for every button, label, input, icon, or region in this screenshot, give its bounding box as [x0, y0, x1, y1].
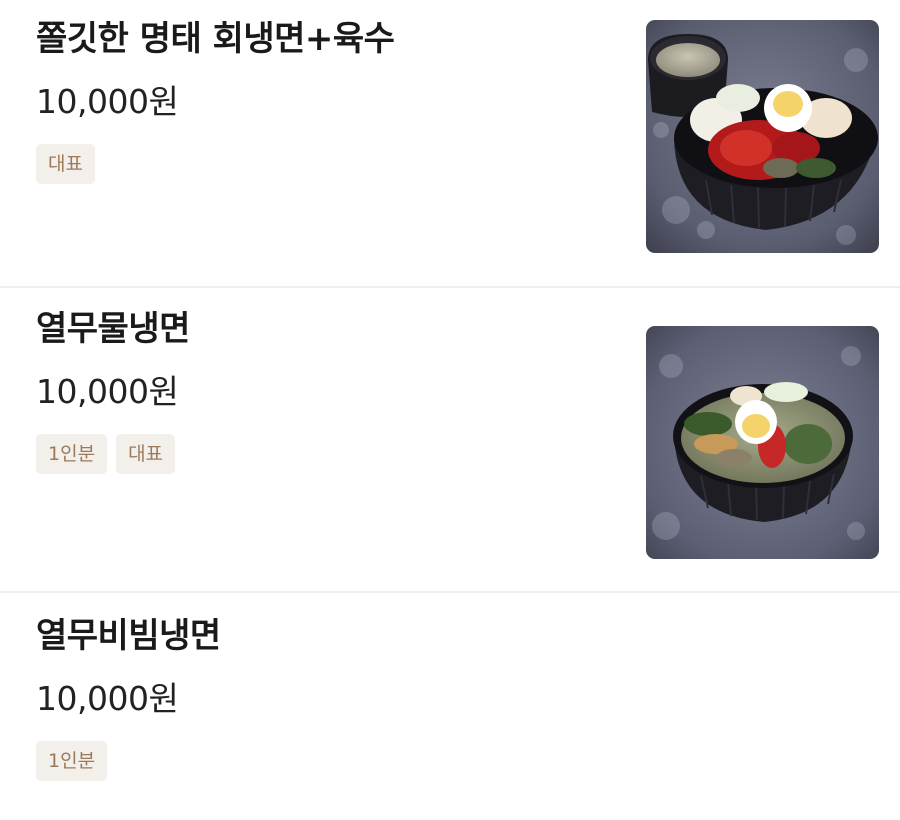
menu-item[interactable]: 열무물냉면 10,000원 1인분 대표: [0, 288, 900, 593]
menu-item-photo[interactable]: [646, 326, 879, 559]
menu-item[interactable]: 쫄깃한 명태 회냉면+육수 10,000원 대표: [0, 0, 900, 288]
menu-item-photo[interactable]: [646, 20, 879, 253]
tag-badge: 1인분: [36, 741, 108, 781]
menu-item-tags: 1인분: [36, 741, 880, 781]
menu-item-price: 10,000원: [36, 679, 179, 718]
tag-badge: 대표: [116, 434, 176, 474]
mul-naengmyeon-illustration: [646, 326, 879, 559]
menu-list: 쫄깃한 명태 회냉면+육수 10,000원 대표 열무물냉면 10,000원 1…: [0, 0, 900, 820]
menu-item-name: 열무비빔냉면: [36, 616, 221, 656]
menu-item[interactable]: 열무비빔냉면 10,000원 1인분: [0, 593, 900, 820]
tag-badge: 1인분: [36, 434, 108, 474]
tag-badge: 대표: [36, 144, 95, 184]
bibim-naengmyeon-illustration: [646, 20, 879, 253]
